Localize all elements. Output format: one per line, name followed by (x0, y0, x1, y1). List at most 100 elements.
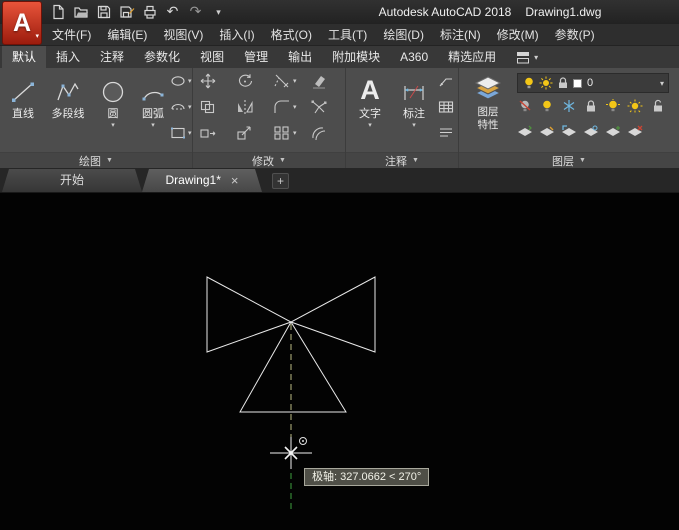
panel-modify-label: 修改 (252, 153, 274, 169)
array-tool-button[interactable]: ▾ (273, 125, 297, 141)
tab-addins[interactable]: 附加模块 (322, 46, 390, 68)
autotrack-marker (300, 438, 307, 445)
ribbon-display-toggle[interactable]: ▾ (516, 46, 538, 68)
application-menu-button[interactable]: A ▾ (2, 1, 42, 45)
arc-tool-button[interactable]: 圆弧 ▾ (134, 71, 172, 129)
circle-dropdown-icon[interactable]: ▾ (111, 121, 115, 129)
panel-modify-expander[interactable]: 修改 ▼ (193, 152, 345, 168)
layer-walk-icon (583, 125, 599, 139)
dimension-dropdown-icon[interactable]: ▾ (412, 121, 416, 129)
elliptical-arc-tool-button[interactable]: ▾ (170, 100, 192, 114)
panel-layers-arrow-icon: ▼ (579, 157, 586, 164)
fillet-icon (273, 99, 291, 115)
panel-layers-expander[interactable]: 图层 ▼ (459, 152, 679, 168)
rotate-tool-button[interactable] (236, 73, 254, 89)
menu-item-parametric[interactable]: 参数(P) (551, 24, 599, 46)
open-file-button[interactable] (70, 2, 91, 22)
ellipse-tool-button[interactable]: ▾ (170, 74, 192, 88)
stretch-tool-button[interactable] (199, 125, 217, 141)
panel-draw: 直线 多段线 圆 ▾ 圆弧 ▾ (0, 68, 193, 168)
erase-tool-button[interactable] (310, 73, 328, 89)
trim-tool-button[interactable]: ▾ (273, 73, 297, 89)
layer-previous-button[interactable] (561, 125, 577, 139)
rotate-icon (236, 73, 254, 89)
layer-unlock-button[interactable] (649, 99, 665, 113)
copy-tool-button[interactable] (199, 99, 217, 115)
layer-properties-button[interactable]: 图层 特性 (464, 71, 512, 131)
autocad-window: ↶ ↷ ▾ Autodesk AutoCAD 2018 Drawing1.dwg… (0, 0, 679, 530)
layer-isolate-button[interactable] (539, 99, 555, 113)
tab-start[interactable]: 开始 (2, 169, 142, 192)
tab-output[interactable]: 输出 (278, 46, 322, 68)
menu-item-draw[interactable]: 绘图(D) (379, 24, 428, 46)
layer-match-button[interactable] (539, 125, 555, 139)
panel-annotate-expander[interactable]: 注释 ▼ (346, 152, 458, 168)
tab-drawing1-label: Drawing1* (166, 169, 221, 192)
save-button[interactable] (93, 2, 114, 22)
dimension-tool-button[interactable]: 标注 ▾ (394, 71, 434, 129)
explode-tool-button[interactable] (310, 99, 328, 115)
menu-item-format[interactable]: 格式(O) (267, 24, 316, 46)
panel-draw-expander[interactable]: 绘图 ▼ (0, 152, 192, 168)
layer-thaw-button[interactable] (627, 99, 643, 113)
redo-icon: ↷ (190, 5, 202, 19)
bowtie-right-triangle[interactable] (291, 277, 375, 352)
layer-walk-button[interactable] (583, 125, 599, 139)
menu-item-dimension[interactable]: 标注(N) (436, 24, 485, 46)
arc-tool-label: 圆弧 (142, 108, 164, 120)
redo-button[interactable]: ↷ (185, 2, 206, 22)
menu-item-edit[interactable]: 编辑(E) (103, 24, 151, 46)
menu-item-insert[interactable]: 插入(I) (215, 24, 258, 46)
layer-merge-button[interactable] (605, 125, 621, 139)
mtext-tool-button[interactable] (438, 126, 454, 140)
tab-manage[interactable]: 管理 (234, 46, 278, 68)
text-tool-button[interactable]: A 文字 ▾ (350, 71, 390, 129)
line-tool-button[interactable]: 直线 (4, 71, 42, 120)
offset-tool-button[interactable] (310, 125, 328, 141)
menu-item-modify[interactable]: 修改(M) (493, 24, 543, 46)
new-file-button[interactable] (47, 2, 68, 22)
bowtie-left-triangle[interactable] (207, 277, 291, 352)
menu-item-view[interactable]: 视图(V) (159, 24, 207, 46)
tab-insert[interactable]: 插入 (46, 46, 90, 68)
tab-annotate[interactable]: 注释 (90, 46, 134, 68)
table-tool-button[interactable] (438, 100, 454, 114)
layer-select-dropdown[interactable]: 0 ▾ (517, 73, 669, 93)
arc-dropdown-icon[interactable]: ▾ (151, 121, 155, 129)
circle-tool-button[interactable]: 圆 ▾ (94, 71, 132, 129)
fillet-tool-button[interactable]: ▾ (273, 99, 297, 115)
layer-on-button[interactable] (605, 99, 621, 113)
tab-drawing1[interactable]: Drawing1* × (142, 169, 262, 192)
qat-customize-button[interactable]: ▾ (208, 2, 229, 22)
layer-lock-button[interactable] (583, 99, 599, 113)
mirror-tool-button[interactable] (236, 99, 254, 115)
table-icon (438, 100, 454, 114)
polyline-tool-button[interactable]: 多段线 (44, 71, 92, 120)
text-dropdown-icon[interactable]: ▾ (368, 121, 372, 129)
close-tab-icon[interactable]: × (231, 174, 239, 187)
new-drawing-tab-button[interactable]: + (272, 173, 289, 189)
move-tool-button[interactable] (199, 73, 217, 89)
rectangle-tool-button[interactable]: ▾ (170, 126, 192, 140)
make-current-button[interactable] (517, 125, 533, 139)
save-as-button[interactable] (116, 2, 137, 22)
tab-a360[interactable]: A360 (390, 46, 438, 68)
layer-previous-icon (561, 125, 577, 139)
leader-tool-button[interactable] (438, 74, 454, 88)
dimension-icon (401, 71, 427, 105)
explode-icon (310, 99, 328, 115)
menu-bar: 文件(F) 编辑(E) 视图(V) 插入(I) 格式(O) 工具(T) 绘图(D… (0, 24, 679, 46)
menu-item-tools[interactable]: 工具(T) (324, 24, 371, 46)
tab-home[interactable]: 默认 (2, 46, 46, 68)
tab-parametric[interactable]: 参数化 (134, 46, 190, 68)
scale-tool-button[interactable] (236, 125, 254, 141)
tab-featured-apps[interactable]: 精选应用 (438, 46, 506, 68)
undo-button[interactable]: ↶ (162, 2, 183, 22)
layer-off-button[interactable] (517, 99, 533, 113)
tab-view[interactable]: 视图 (190, 46, 234, 68)
layer-delete-button[interactable] (627, 125, 643, 139)
layer-freeze-button[interactable] (561, 99, 577, 113)
menu-item-file[interactable]: 文件(F) (48, 24, 95, 46)
plot-button[interactable] (139, 2, 160, 22)
drawing-canvas[interactable]: 极轴: 327.0662 < 270° (0, 193, 679, 530)
